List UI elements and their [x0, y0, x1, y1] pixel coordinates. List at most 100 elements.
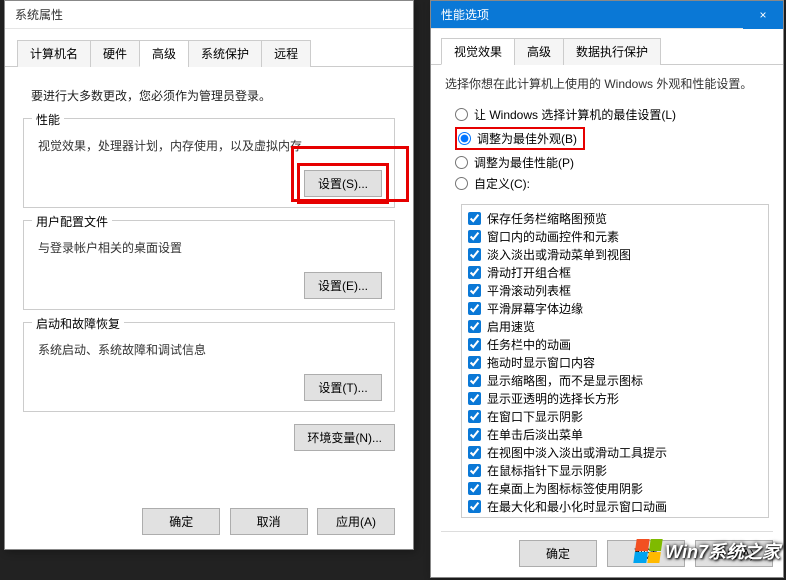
visual-effect-label: 在最大化和最小化时显示窗口动画 — [487, 498, 667, 515]
sysprops-footer: 确定 取消 应用(A) — [136, 508, 395, 535]
radio-best-performance[interactable]: 调整为最佳性能(P) — [455, 154, 767, 171]
visual-effect-item[interactable]: 在视图中淡入淡出或滑动工具提示 — [468, 444, 762, 461]
visual-effect-item[interactable]: 在最大化和最小化时显示窗口动画 — [468, 498, 762, 515]
visual-effect-item[interactable]: 平滑屏幕字体边缘 — [468, 300, 762, 317]
perfopt-desc: 选择你想在此计算机上使用的 Windows 外观和性能设置。 — [431, 65, 783, 98]
visual-effect-label: 任务栏中的动画 — [487, 336, 571, 353]
group-startup-title: 启动和故障恢复 — [32, 315, 124, 332]
radio-input-2[interactable] — [455, 156, 468, 169]
visual-effect-item[interactable]: 保存任务栏缩略图预览 — [468, 210, 762, 227]
tab-perf-advanced[interactable]: 高级 — [514, 38, 564, 65]
sysprops-tabstrip: 计算机名 硬件 高级 系统保护 远程 — [5, 29, 413, 67]
visual-effect-checkbox[interactable] — [468, 356, 481, 369]
visual-effect-label: 保存任务栏缩略图预览 — [487, 210, 607, 227]
visual-effect-checkbox[interactable] — [468, 500, 481, 513]
visual-effect-checkbox[interactable] — [468, 230, 481, 243]
visual-effect-label: 滑动打开组合框 — [487, 264, 571, 281]
visual-effect-checkbox[interactable] — [468, 338, 481, 351]
visual-effect-label: 窗口内的动画控件和元素 — [487, 228, 619, 245]
visual-effect-item[interactable]: 在单击后淡出菜单 — [468, 426, 762, 443]
visual-effect-checkbox[interactable] — [468, 374, 481, 387]
perfopt-titlebar[interactable]: 性能选项 × — [431, 1, 783, 29]
visual-effect-label: 在单击后淡出菜单 — [487, 426, 583, 443]
group-startup-desc: 系统启动、系统故障和调试信息 — [38, 341, 382, 358]
close-icon[interactable]: × — [743, 1, 783, 29]
visual-effect-item[interactable]: 启用速览 — [468, 318, 762, 335]
sysprops-title: 系统属性 — [15, 8, 63, 22]
group-performance-title: 性能 — [32, 111, 64, 128]
radio-best-appearance[interactable]: 调整为最佳外观(B) — [455, 127, 767, 150]
perfopt-radio-group: 让 Windows 选择计算机的最佳设置(L) 调整为最佳外观(B) 调整为最佳… — [431, 98, 783, 200]
sysprops-cancel-button[interactable]: 取消 — [230, 508, 308, 535]
environment-variables-button[interactable]: 环境变量(N)... — [294, 424, 395, 451]
visual-effect-checkbox[interactable] — [468, 428, 481, 441]
visual-effect-label: 淡入淡出或滑动菜单到视图 — [487, 246, 631, 263]
tab-dep[interactable]: 数据执行保护 — [563, 38, 661, 65]
radio-input-3[interactable] — [455, 177, 468, 190]
perfopt-apply-button[interactable]: 应用(A) — [695, 540, 773, 567]
visual-effect-item[interactable]: 在桌面上为图标标签使用阴影 — [468, 480, 762, 497]
visual-effect-checkbox[interactable] — [468, 464, 481, 477]
radio-custom[interactable]: 自定义(C): — [455, 175, 767, 192]
visual-effect-label: 启用速览 — [487, 318, 535, 335]
visual-effect-label: 在桌面上为图标标签使用阴影 — [487, 480, 643, 497]
sysprops-ok-button[interactable]: 确定 — [142, 508, 220, 535]
visual-effect-item[interactable]: 在窗口下显示阴影 — [468, 408, 762, 425]
performance-options-dialog: 性能选项 × 视觉效果 高级 数据执行保护 选择你想在此计算机上使用的 Wind… — [430, 0, 784, 578]
visual-effect-checkbox[interactable] — [468, 446, 481, 459]
tab-computer-name[interactable]: 计算机名 — [17, 40, 91, 67]
visual-effect-item[interactable]: 任务栏中的动画 — [468, 336, 762, 353]
tab-visual-effects[interactable]: 视觉效果 — [441, 38, 515, 65]
radio-input-1[interactable] — [458, 132, 471, 145]
settings-profiles-button[interactable]: 设置(E)... — [304, 272, 382, 299]
visual-effect-item[interactable]: 显示亚透明的选择长方形 — [468, 390, 762, 407]
visual-effect-label: 显示亚透明的选择长方形 — [487, 390, 619, 407]
visual-effect-checkbox[interactable] — [468, 392, 481, 405]
perfopt-title: 性能选项 — [441, 1, 489, 29]
perfopt-tabstrip: 视觉效果 高级 数据执行保护 — [431, 29, 783, 65]
radio-input-0[interactable] — [455, 108, 468, 121]
visual-effect-checkbox[interactable] — [468, 320, 481, 333]
visual-effect-item[interactable]: 拖动时显示窗口内容 — [468, 354, 762, 371]
group-profiles-desc: 与登录帐户相关的桌面设置 — [38, 239, 382, 256]
visual-effect-label: 平滑滚动列表框 — [487, 282, 571, 299]
group-profiles-title: 用户配置文件 — [32, 213, 112, 230]
system-properties-dialog: 系统属性 计算机名 硬件 高级 系统保护 远程 要进行大多数更改，您必须作为管理… — [4, 0, 414, 550]
visual-effect-checkbox[interactable] — [468, 302, 481, 315]
perfopt-footer: 确定 取消 应用(A) — [441, 531, 773, 567]
visual-effect-label: 在鼠标指针下显示阴影 — [487, 462, 607, 479]
visual-effect-item[interactable]: 淡入淡出或滑动菜单到视图 — [468, 246, 762, 263]
visual-effect-item[interactable]: 平滑滚动列表框 — [468, 282, 762, 299]
group-startup-recovery: 启动和故障恢复 系统启动、系统故障和调试信息 设置(T)... — [23, 322, 395, 412]
sysprops-titlebar[interactable]: 系统属性 — [5, 1, 413, 29]
visual-effect-label: 显示缩略图，而不是显示图标 — [487, 372, 643, 389]
visual-effect-item[interactable]: 窗口内的动画控件和元素 — [468, 228, 762, 245]
admin-required-msg: 要进行大多数更改，您必须作为管理员登录。 — [31, 87, 395, 104]
visual-effect-item[interactable]: 滑动打开组合框 — [468, 264, 762, 281]
tab-remote[interactable]: 远程 — [261, 40, 311, 67]
tab-hardware[interactable]: 硬件 — [90, 40, 140, 67]
visual-effect-checkbox[interactable] — [468, 248, 481, 261]
visual-effect-label: 平滑屏幕字体边缘 — [487, 300, 583, 317]
radio-let-windows-choose[interactable]: 让 Windows 选择计算机的最佳设置(L) — [455, 106, 767, 123]
highlight-box-performance — [291, 146, 409, 202]
visual-effect-item[interactable]: 显示缩略图，而不是显示图标 — [468, 372, 762, 389]
visual-effect-label: 在视图中淡入淡出或滑动工具提示 — [487, 444, 667, 461]
visual-effect-label: 在窗口下显示阴影 — [487, 408, 583, 425]
visual-effects-list[interactable]: 保存任务栏缩略图预览窗口内的动画控件和元素淡入淡出或滑动菜单到视图滑动打开组合框… — [461, 204, 769, 518]
visual-effect-item[interactable]: 在鼠标指针下显示阴影 — [468, 462, 762, 479]
visual-effect-checkbox[interactable] — [468, 410, 481, 423]
tab-advanced[interactable]: 高级 — [139, 40, 189, 67]
sysprops-apply-button[interactable]: 应用(A) — [317, 508, 395, 535]
visual-effect-checkbox[interactable] — [468, 482, 481, 495]
perfopt-ok-button[interactable]: 确定 — [519, 540, 597, 567]
perfopt-cancel-button[interactable]: 取消 — [607, 540, 685, 567]
sysprops-content: 要进行大多数更改，您必须作为管理员登录。 性能 视觉效果，处理器计划，内存使用，… — [5, 67, 413, 465]
visual-effect-checkbox[interactable] — [468, 212, 481, 225]
visual-effect-checkbox[interactable] — [468, 284, 481, 297]
tab-system-protection[interactable]: 系统保护 — [188, 40, 262, 67]
settings-startup-button[interactable]: 设置(T)... — [304, 374, 382, 401]
visual-effect-checkbox[interactable] — [468, 266, 481, 279]
group-user-profiles: 用户配置文件 与登录帐户相关的桌面设置 设置(E)... — [23, 220, 395, 310]
visual-effect-label: 拖动时显示窗口内容 — [487, 354, 595, 371]
